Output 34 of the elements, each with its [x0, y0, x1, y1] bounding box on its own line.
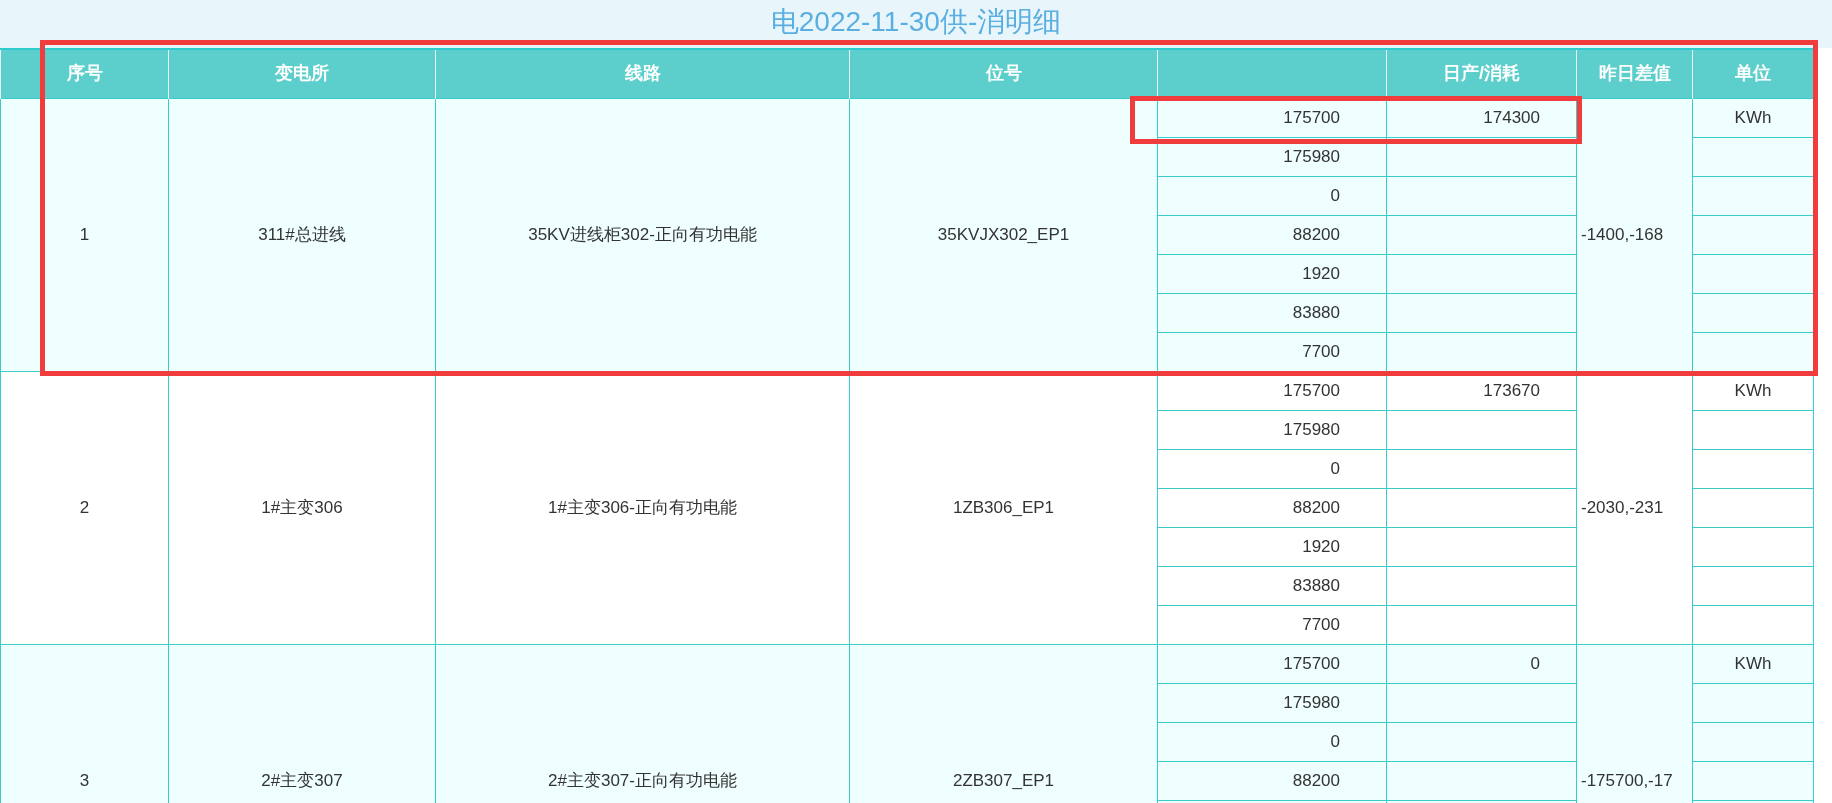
table-cell: 35KVJX302_EP1 [849, 98, 1158, 371]
table-cell: 0 [1157, 722, 1387, 761]
column-header: 序号 [0, 49, 169, 98]
table-cell: 7700 [1157, 605, 1387, 644]
table-cell: 0 [1386, 644, 1577, 683]
table-cell: 311#总进线 [168, 98, 436, 371]
table-cell: 1920 [1157, 254, 1387, 293]
table-cell: 0 [1157, 176, 1387, 215]
table-cell: 175980 [1157, 410, 1387, 449]
table-cell: 174300 [1386, 98, 1577, 137]
table-cell: 175700 [1157, 98, 1387, 137]
column-header: 单位 [1692, 49, 1814, 98]
table-cell: KWh [1692, 644, 1814, 683]
table-cell: 175980 [1157, 137, 1387, 176]
column-header: 位号 [849, 49, 1158, 98]
table-cell: 83880 [1157, 566, 1387, 605]
table-cell: 175700 [1157, 644, 1387, 683]
table-cell: KWh [1692, 98, 1814, 137]
table-cell: 35KV进线柜302-正向有功电能 [435, 98, 850, 371]
table-cell: 83880 [1157, 293, 1387, 332]
table-cell: 0 [1157, 449, 1387, 488]
table-cell: 1 [0, 98, 169, 371]
table-cell: 3 [0, 644, 169, 803]
column-header: 变电所 [168, 49, 436, 98]
column-header: 昨日差值 [1576, 49, 1693, 98]
table-cell: 2 [0, 371, 169, 644]
table-cell: 175980 [1157, 683, 1387, 722]
table-cell: 88200 [1157, 488, 1387, 527]
table-cell: 1920 [1157, 527, 1387, 566]
table-cell: 88200 [1157, 761, 1387, 800]
column-header: 日产/消耗 [1386, 49, 1577, 98]
report-title: 电2022-11-30供-消明细 [770, 6, 1062, 38]
column-header: 线路 [435, 49, 850, 98]
table-cell: 88200 [1157, 215, 1387, 254]
